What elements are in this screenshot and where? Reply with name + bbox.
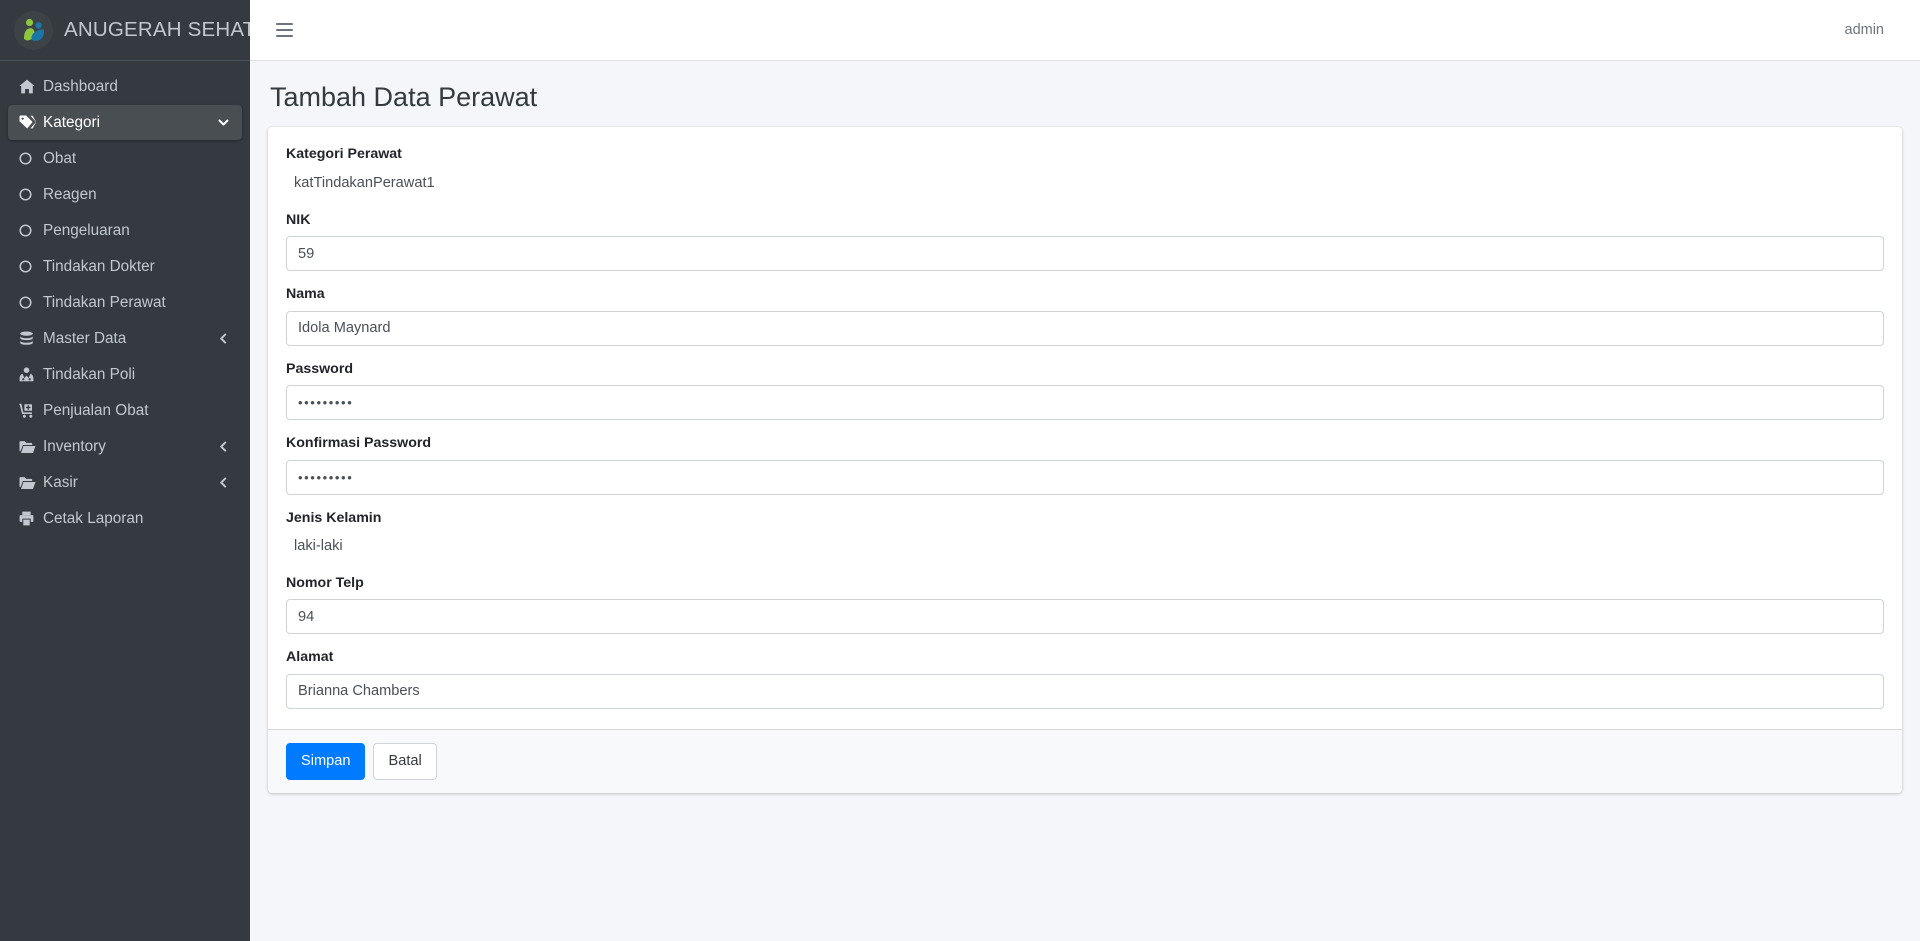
field-label: Jenis Kelamin xyxy=(286,509,382,526)
sidebar-item-kasir[interactable]: Kasir xyxy=(8,465,242,500)
print-icon xyxy=(19,511,43,526)
alamat-input[interactable] xyxy=(286,673,1884,709)
sidebar-item-label: Kategori xyxy=(43,113,100,131)
sidebar-item-label: Dashboard xyxy=(43,77,118,95)
field-konfirmasi-password: Konfirmasi Password xyxy=(286,434,1884,495)
sidebar-item-reagen[interactable]: Reagen xyxy=(8,177,242,212)
sidebar: ANUGERAH SEHAT Dashboard Kategori Obat R… xyxy=(0,0,250,941)
sidebar-item-master-data[interactable]: Master Data xyxy=(8,321,242,356)
field-label: Nama xyxy=(286,286,325,303)
page-header: Tambah Data Perawat xyxy=(250,61,1920,127)
form-card-footer: Simpan Batal xyxy=(268,728,1902,793)
user-menu[interactable]: admin xyxy=(1845,22,1903,38)
form-card: Kategori Perawat katTindakanPerawat1 NIK… xyxy=(268,127,1902,793)
sidebar-item-tindakan-poli[interactable]: Tindakan Poli xyxy=(8,357,242,392)
sidebar-item-tindakan-dokter[interactable]: Tindakan Dokter xyxy=(8,249,242,284)
password-input[interactable] xyxy=(286,385,1884,421)
form-card-body: Kategori Perawat katTindakanPerawat1 NIK… xyxy=(268,127,1902,728)
content-area: Tambah Data Perawat Kategori Perawat kat… xyxy=(250,61,1920,941)
field-label: Password xyxy=(286,360,354,377)
chevron-left-icon xyxy=(218,333,229,344)
field-label: Kategori Perawat xyxy=(286,146,402,163)
sidebar-item-label: Tindakan Perawat xyxy=(43,293,166,311)
tag-icon xyxy=(19,115,43,130)
sidebar-item-dashboard[interactable]: Dashboard xyxy=(8,69,242,104)
sidebar-item-label: Tindakan Poli xyxy=(43,365,136,383)
sidebar-item-pengeluaran[interactable]: Pengeluaran xyxy=(8,213,242,248)
database-icon xyxy=(19,331,43,346)
sidebar-item-label: Kasir xyxy=(43,473,78,491)
circle-icon xyxy=(19,260,43,273)
simpan-button[interactable]: Simpan xyxy=(286,742,366,780)
card-wrapper: Kategori Perawat katTindakanPerawat1 NIK… xyxy=(250,127,1920,793)
sidebar-item-label: Pengeluaran xyxy=(43,221,130,239)
chevron-left-icon xyxy=(218,441,229,452)
cart-plus-icon xyxy=(19,403,43,418)
field-label: NIK xyxy=(286,211,311,228)
jenis-kelamin-value: laki-laki xyxy=(294,538,343,554)
folder-open-icon xyxy=(19,476,43,490)
sidebar-item-label: Obat xyxy=(43,149,77,167)
home-icon xyxy=(19,79,43,94)
kategori-perawat-value: katTindakanPerawat1 xyxy=(294,174,435,191)
folder-open-icon xyxy=(19,440,43,454)
field-nik: NIK xyxy=(286,211,1884,272)
sidebar-item-label: Master Data xyxy=(43,329,127,347)
batal-button[interactable]: Batal xyxy=(373,742,437,780)
app-root: ANUGERAH SEHAT Dashboard Kategori Obat R… xyxy=(0,0,1920,941)
nomor-telp-input[interactable] xyxy=(286,599,1884,635)
field-password: Password xyxy=(286,360,1884,421)
sidebar-item-kategori[interactable]: Kategori xyxy=(8,105,242,140)
field-alamat: Alamat xyxy=(286,648,1884,709)
sidebar-item-label: Penjualan Obat xyxy=(43,401,149,419)
brand-title: ANUGERAH SEHAT xyxy=(64,18,250,41)
sidebar-item-label: Inventory xyxy=(43,437,106,455)
main-area: admin Tambah Data Perawat Kategori Peraw… xyxy=(250,0,1920,941)
field-label: Alamat xyxy=(286,649,334,666)
field-nama: Nama xyxy=(286,285,1884,346)
konfirmasi-password-input[interactable] xyxy=(286,459,1884,495)
field-nomor-telp: Nomor Telp xyxy=(286,574,1884,635)
field-jenis-kelamin: Jenis Kelamin laki-laki xyxy=(286,509,1884,560)
circle-icon xyxy=(19,188,43,201)
sidebar-item-label: Cetak Laporan xyxy=(43,509,144,527)
field-label: Nomor Telp xyxy=(286,574,364,591)
sidebar-item-penjualan-obat[interactable]: Penjualan Obat xyxy=(8,393,242,428)
sidebar-item-label: Tindakan Dokter xyxy=(43,257,155,275)
field-kategori-perawat: Kategori Perawat katTindakanPerawat1 xyxy=(286,145,1884,196)
sidebar-item-tindakan-perawat[interactable]: Tindakan Perawat xyxy=(8,285,242,320)
user-md-icon xyxy=(19,367,43,382)
sidebar-nav: Dashboard Kategori Obat Reagen Pengeluar… xyxy=(0,61,250,536)
sidebar-item-obat[interactable]: Obat xyxy=(8,141,242,176)
people-health-logo-icon xyxy=(14,10,53,50)
top-navbar: admin xyxy=(250,0,1920,61)
circle-icon xyxy=(19,152,43,165)
sidebar-item-label: Reagen xyxy=(43,185,97,203)
circle-icon xyxy=(19,296,43,309)
circle-icon xyxy=(19,224,43,237)
brand-link[interactable]: ANUGERAH SEHAT xyxy=(0,0,250,61)
sidebar-item-cetak-laporan[interactable]: Cetak Laporan xyxy=(8,501,242,536)
nama-input[interactable] xyxy=(286,310,1884,346)
page-title: Tambah Data Perawat xyxy=(270,82,538,112)
hamburger-menu-icon[interactable] xyxy=(276,17,302,43)
chevron-left-icon xyxy=(218,477,229,488)
nik-input[interactable] xyxy=(286,236,1884,272)
sidebar-item-inventory[interactable]: Inventory xyxy=(8,429,242,464)
chevron-down-icon xyxy=(218,117,229,128)
field-label: Konfirmasi Password xyxy=(286,435,432,452)
